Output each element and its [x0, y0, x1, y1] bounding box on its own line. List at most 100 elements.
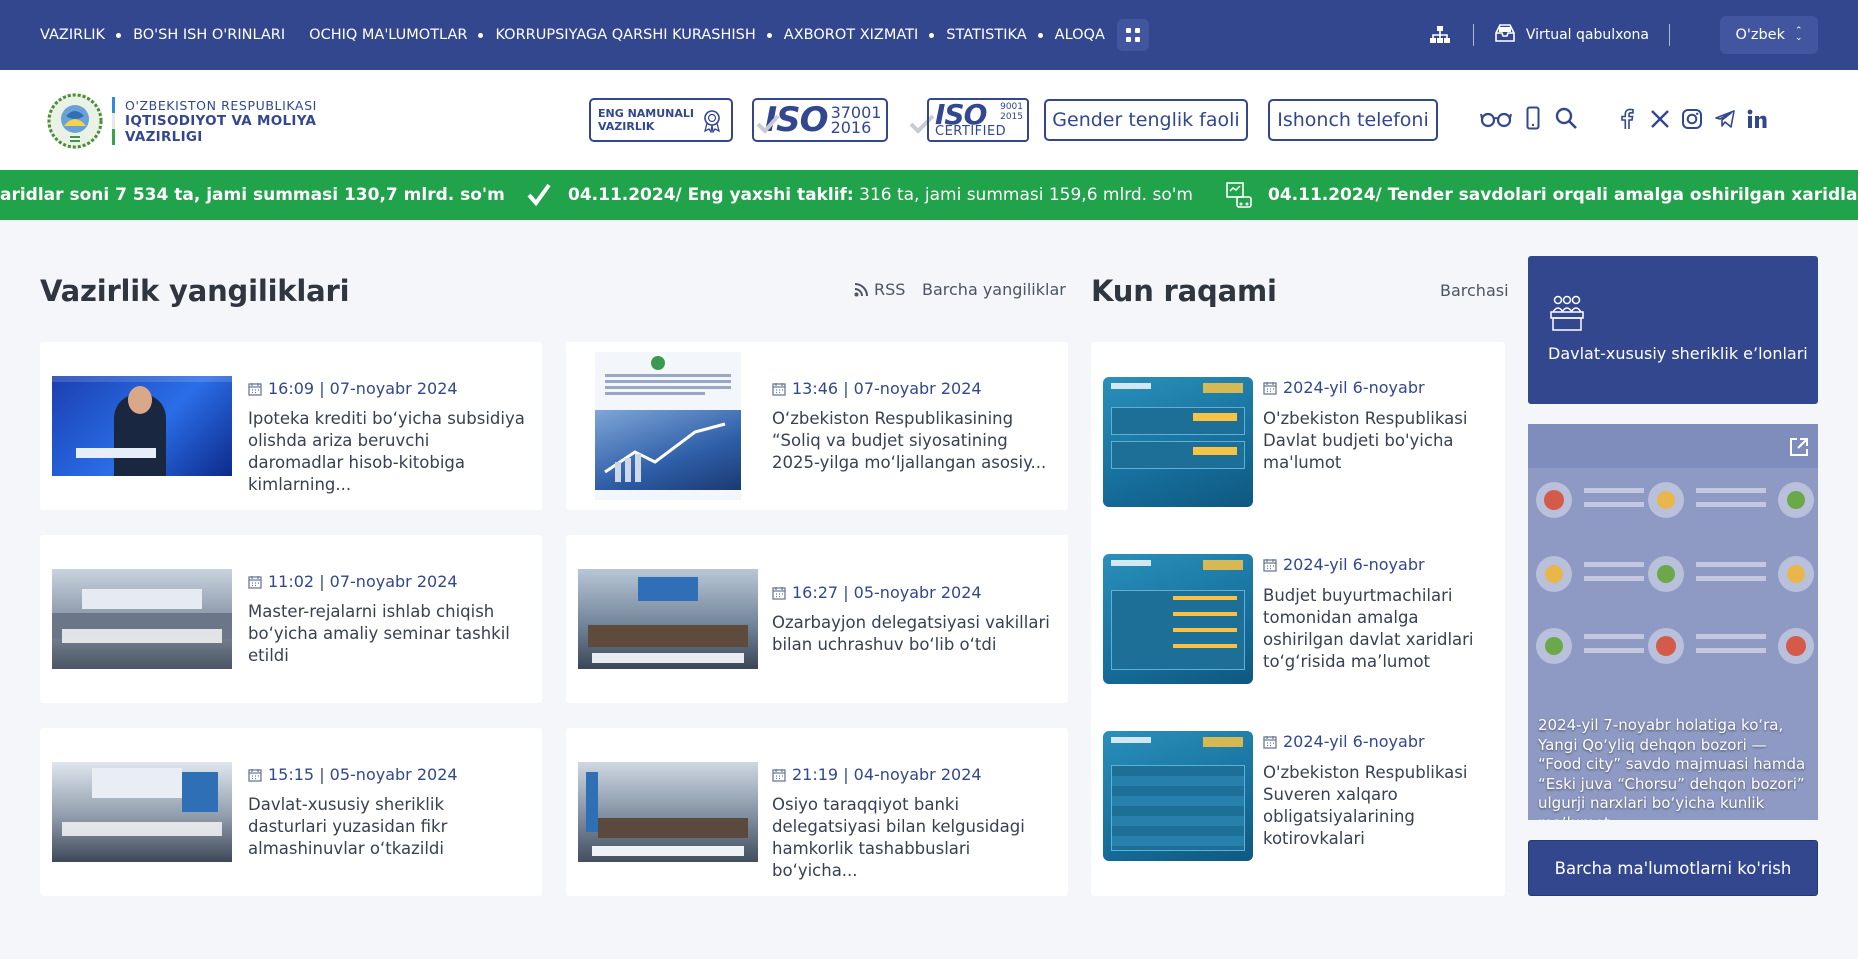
instagram-icon[interactable]: [1681, 108, 1703, 130]
flag-bars: [112, 96, 115, 146]
nav-label: BO'SH ISH O'RINLARI: [133, 27, 286, 43]
badge-line-2: VAZIRLIK: [598, 120, 655, 133]
mobile-icon[interactable]: [1526, 106, 1540, 130]
news-card[interactable]: 21:19 | 04-noyabr 2024 Osiyo taraqqiyot …: [566, 728, 1068, 896]
calendar-icon: [772, 586, 786, 600]
language-label: O'zbek: [1735, 27, 1785, 43]
iso-number: 9001: [1000, 102, 1023, 112]
nav-label: VAZIRLIK: [40, 27, 106, 43]
nav-vacancies[interactable]: BO'SH ISH O'RINLARI: [133, 27, 309, 43]
search-icon[interactable]: [1554, 106, 1578, 130]
iso-9001-badge[interactable]: ISO 9001 2015 CERTIFIED: [909, 98, 1029, 142]
apps-menu-button[interactable]: [1116, 19, 1149, 51]
ticker-text: aridlar soni 7 534 ta, jami summasi 130,…: [0, 185, 505, 205]
news-datetime: 15:15 | 05-noyabr 2024: [248, 765, 458, 784]
news-time: 13:46 | 07-noyabr 2024: [792, 379, 982, 398]
separator-dot: [766, 32, 772, 38]
chevron-updown-icon: ⌃ ⌄: [1795, 26, 1803, 43]
news-time: 15:15 | 05-noyabr 2024: [268, 765, 458, 784]
banner-caption: 2024-yil 7-noyabr holatiga ko‘ra, Yangi …: [1538, 716, 1806, 820]
public-private-partnership-card[interactable]: Davlat-xususiy sheriklik e’lonlari: [1528, 256, 1818, 404]
news-section-title: Vazirlik yangiliklari: [40, 274, 350, 308]
nav-label: OCHIQ MA'LUMOTLAR: [309, 27, 468, 43]
divider: [1472, 24, 1474, 46]
news-headline[interactable]: Ipoteka krediti bo‘yicha subsidiya olish…: [248, 408, 528, 496]
logo-line-2: IQTISODIYOT VA MOLIYA: [125, 112, 317, 129]
all-news-link[interactable]: Barcha yangiliklar: [922, 280, 1066, 299]
ticker-text: 316 ta, jami summasi 159,6 mlrd. so'm: [853, 185, 1193, 205]
news-headline[interactable]: O‘zbekiston Respublikasining “Soliq va b…: [772, 408, 1058, 474]
news-thumbnail: [52, 762, 232, 862]
kun-title[interactable]: Budjet buyurtmachilari tomonidan amalga …: [1263, 585, 1491, 673]
kun-thumbnail: [1103, 554, 1253, 684]
iso-year: 2015: [1000, 112, 1023, 122]
kun-all-link[interactable]: Barchasi: [1440, 281, 1509, 300]
x-twitter-icon[interactable]: [1650, 109, 1670, 129]
nav-label: KORRUPSIYAGA QARSHI KURASHISH: [495, 27, 756, 43]
linkedin-icon[interactable]: [1746, 108, 1768, 130]
news-card[interactable]: 13:46 | 07-noyabr 2024 O‘zbekiston Respu…: [566, 342, 1068, 510]
logo-text: O'ZBEKISTON RESPUBLIKASI IQTISODIYOT VA …: [125, 98, 317, 145]
ticker-item[interactable]: 04.11.2024/ Tender savdolari orqali amal…: [1268, 185, 1858, 205]
top-right-tools: Virtual qabulxona O'zbek ⌃ ⌄: [1427, 0, 1818, 70]
news-datetime: 16:09 | 07-noyabr 2024: [248, 379, 458, 398]
best-ministry-badge[interactable]: ENG NAMUNALI VAZIRLIK: [589, 98, 733, 142]
logo-line-1: O'ZBEKISTON RESPUBLIKASI: [125, 97, 317, 113]
kun-date-label: 2024-yil 6-noyabr: [1283, 378, 1425, 397]
market-prices-banner[interactable]: 2024-yil 7-noyabr holatiga ko‘ra, Yangi …: [1528, 424, 1818, 820]
news-headline[interactable]: Ozarbayjon delegatsiyasi vakillari bilan…: [772, 612, 1058, 656]
nav-statistics[interactable]: STATISTIKA: [946, 27, 1054, 43]
divider: [1669, 24, 1670, 46]
produce-grid: [1536, 482, 1814, 664]
news-thumbnail: [578, 569, 758, 669]
virtual-reception-label: Virtual qabulxona: [1525, 27, 1649, 43]
news-card[interactable]: 16:27 | 05-noyabr 2024 Ozarbayjon delega…: [566, 535, 1068, 703]
certified-label: CERTIFIED: [935, 124, 1007, 139]
rss-icon: [854, 282, 868, 296]
nav-contact[interactable]: ALOQA: [1055, 27, 1105, 43]
news-headline[interactable]: Osiyo taraqqiyot banki delegatsiyasi bil…: [772, 794, 1058, 882]
kun-date-label: 2024-yil 6-noyabr: [1283, 732, 1425, 751]
view-all-data-button[interactable]: Barcha ma'lumotlarni ko'rish: [1528, 840, 1818, 896]
external-link-icon: [1790, 438, 1808, 456]
news-card[interactable]: 16:09 | 07-noyabr 2024 Ipoteka krediti b…: [40, 342, 542, 510]
kun-title[interactable]: O'zbekiston Respublikasi Suveren xalqaro…: [1263, 762, 1491, 850]
iso-numbers: 9001 2015: [1000, 102, 1023, 122]
ticker-text: 04.11.2024/ Tender savdolari orqali amal…: [1268, 185, 1858, 205]
logo-line-3: VAZIRLIGI: [125, 128, 203, 145]
facebook-icon[interactable]: [1620, 108, 1634, 130]
nav-open-data[interactable]: OCHIQ MA'LUMOTLAR: [309, 27, 495, 43]
news-card[interactable]: 11:02 | 07-noyabr 2024 Master-rejalarni …: [40, 535, 542, 703]
sitemap-icon[interactable]: [1427, 22, 1453, 48]
ministry-logo[interactable]: O'ZBEKISTON RESPUBLIKASI IQTISODIYOT VA …: [46, 92, 317, 150]
ticker-item[interactable]: aridlar soni 7 534 ta, jami summasi 130,…: [0, 185, 505, 205]
banner-header: [1528, 424, 1818, 468]
trust-phone-button[interactable]: Ishonch telefoni: [1268, 99, 1438, 141]
nav-vazirlik[interactable]: VAZIRLIK: [40, 27, 133, 43]
nav-anti-corruption[interactable]: KORRUPSIYAGA QARSHI KURASHISH: [495, 27, 783, 43]
gender-equality-button[interactable]: Gender tenglik faoli: [1044, 99, 1248, 141]
top-navigation: VAZIRLIK BO'SH ISH O'RINLARI OCHIQ MA'LU…: [0, 0, 1858, 70]
badge-text: ENG NAMUNALI VAZIRLIK: [598, 107, 694, 133]
grid-icon: [1125, 28, 1140, 42]
iso-37001-badge[interactable]: ISO 37001 2016: [752, 98, 888, 142]
news-card[interactable]: 15:15 | 05-noyabr 2024 Davlat-xususiy sh…: [40, 728, 542, 896]
news-ticker: aridlar soni 7 534 ta, jami summasi 130,…: [0, 170, 1858, 220]
news-headline[interactable]: Davlat-xususiy sheriklik dasturlari yuza…: [248, 794, 528, 860]
nav-press-service[interactable]: AXBOROT XIZMATI: [784, 27, 947, 43]
rss-link[interactable]: RSS: [854, 280, 905, 299]
ticker-item[interactable]: 04.11.2024/ Eng yaxshi taklif: 316 ta, j…: [568, 185, 1193, 205]
calendar-icon: [1263, 735, 1277, 749]
kun-title[interactable]: O'zbekiston Respublikasi Davlat budjeti …: [1263, 408, 1491, 474]
separator-dot: [929, 32, 935, 38]
telegram-icon[interactable]: [1714, 109, 1736, 129]
nav-label: AXBOROT XIZMATI: [783, 27, 919, 43]
iso-year: 2016: [830, 118, 872, 137]
news-headline[interactable]: Master-rejalarni ishlab chiqish bo‘yicha…: [248, 601, 528, 667]
language-select[interactable]: O'zbek ⌃ ⌄: [1720, 16, 1818, 54]
tender-icon: [1226, 182, 1252, 208]
glasses-icon[interactable]: [1480, 110, 1512, 128]
kun-date: 2024-yil 6-noyabr: [1263, 732, 1425, 751]
main-menu: VAZIRLIK BO'SH ISH O'RINLARI OCHIQ MA'LU…: [40, 0, 1149, 70]
virtual-reception-link[interactable]: Virtual qabulxona: [1494, 23, 1649, 47]
